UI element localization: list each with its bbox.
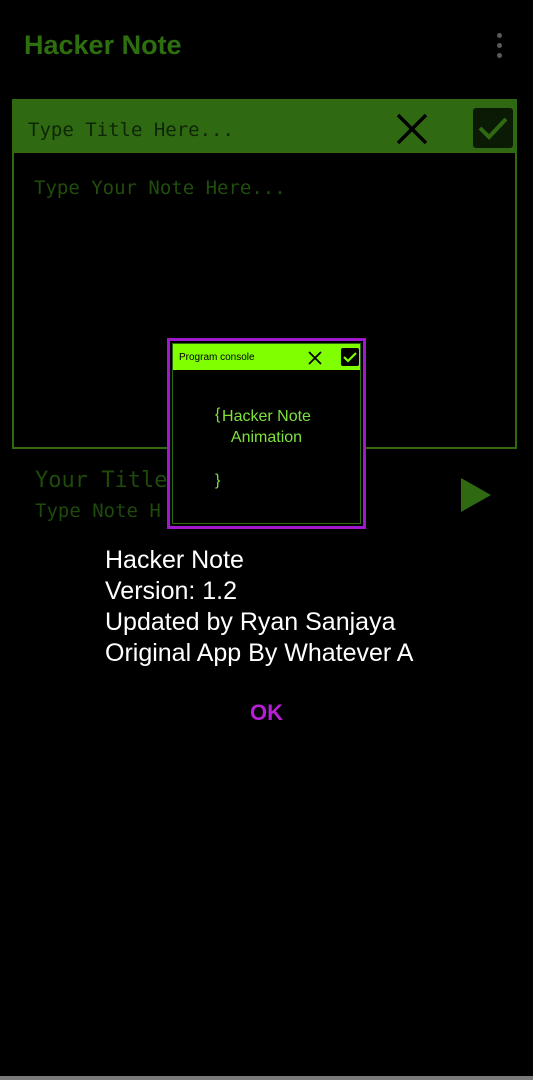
app-title: Hacker Note — [24, 30, 182, 60]
note-input[interactable]: Type Your Note Here... — [34, 177, 286, 199]
save-check-icon[interactable] — [473, 108, 513, 148]
note-preview-text[interactable]: Type Note H — [35, 500, 161, 522]
console-header: Program console — [173, 344, 360, 370]
about-original-author: Original App By Whatever A — [105, 639, 414, 667]
app-bar: Hacker Note — [0, 0, 533, 92]
console-brace-close: } — [215, 472, 221, 489]
about-app-name: Hacker Note — [105, 546, 244, 574]
editor-header: Type Title Here... — [14, 101, 515, 153]
close-icon[interactable] — [394, 111, 430, 147]
ok-button[interactable]: OK — [250, 700, 283, 726]
about-dialog-text: Hacker Note Version: 1.2 Updated by Ryan… — [105, 545, 413, 669]
about-version: Version: 1.2 — [105, 577, 238, 605]
about-updated-by: Updated by Ryan Sanjaya — [105, 608, 396, 636]
note-preview-title[interactable]: Your Title — [35, 468, 167, 493]
play-icon[interactable] — [458, 476, 494, 514]
console-text: Hacker Note Animation — [222, 408, 311, 446]
title-input[interactable]: Type Title Here... — [28, 119, 234, 141]
more-options-icon[interactable] — [490, 30, 510, 62]
console-title: Program console — [179, 352, 255, 363]
navigation-bar — [0, 1076, 533, 1080]
console-close-icon[interactable] — [307, 350, 323, 366]
program-console-window: Program console { Hacker Note Animation … — [167, 338, 366, 529]
console-check-icon[interactable] — [341, 348, 359, 366]
